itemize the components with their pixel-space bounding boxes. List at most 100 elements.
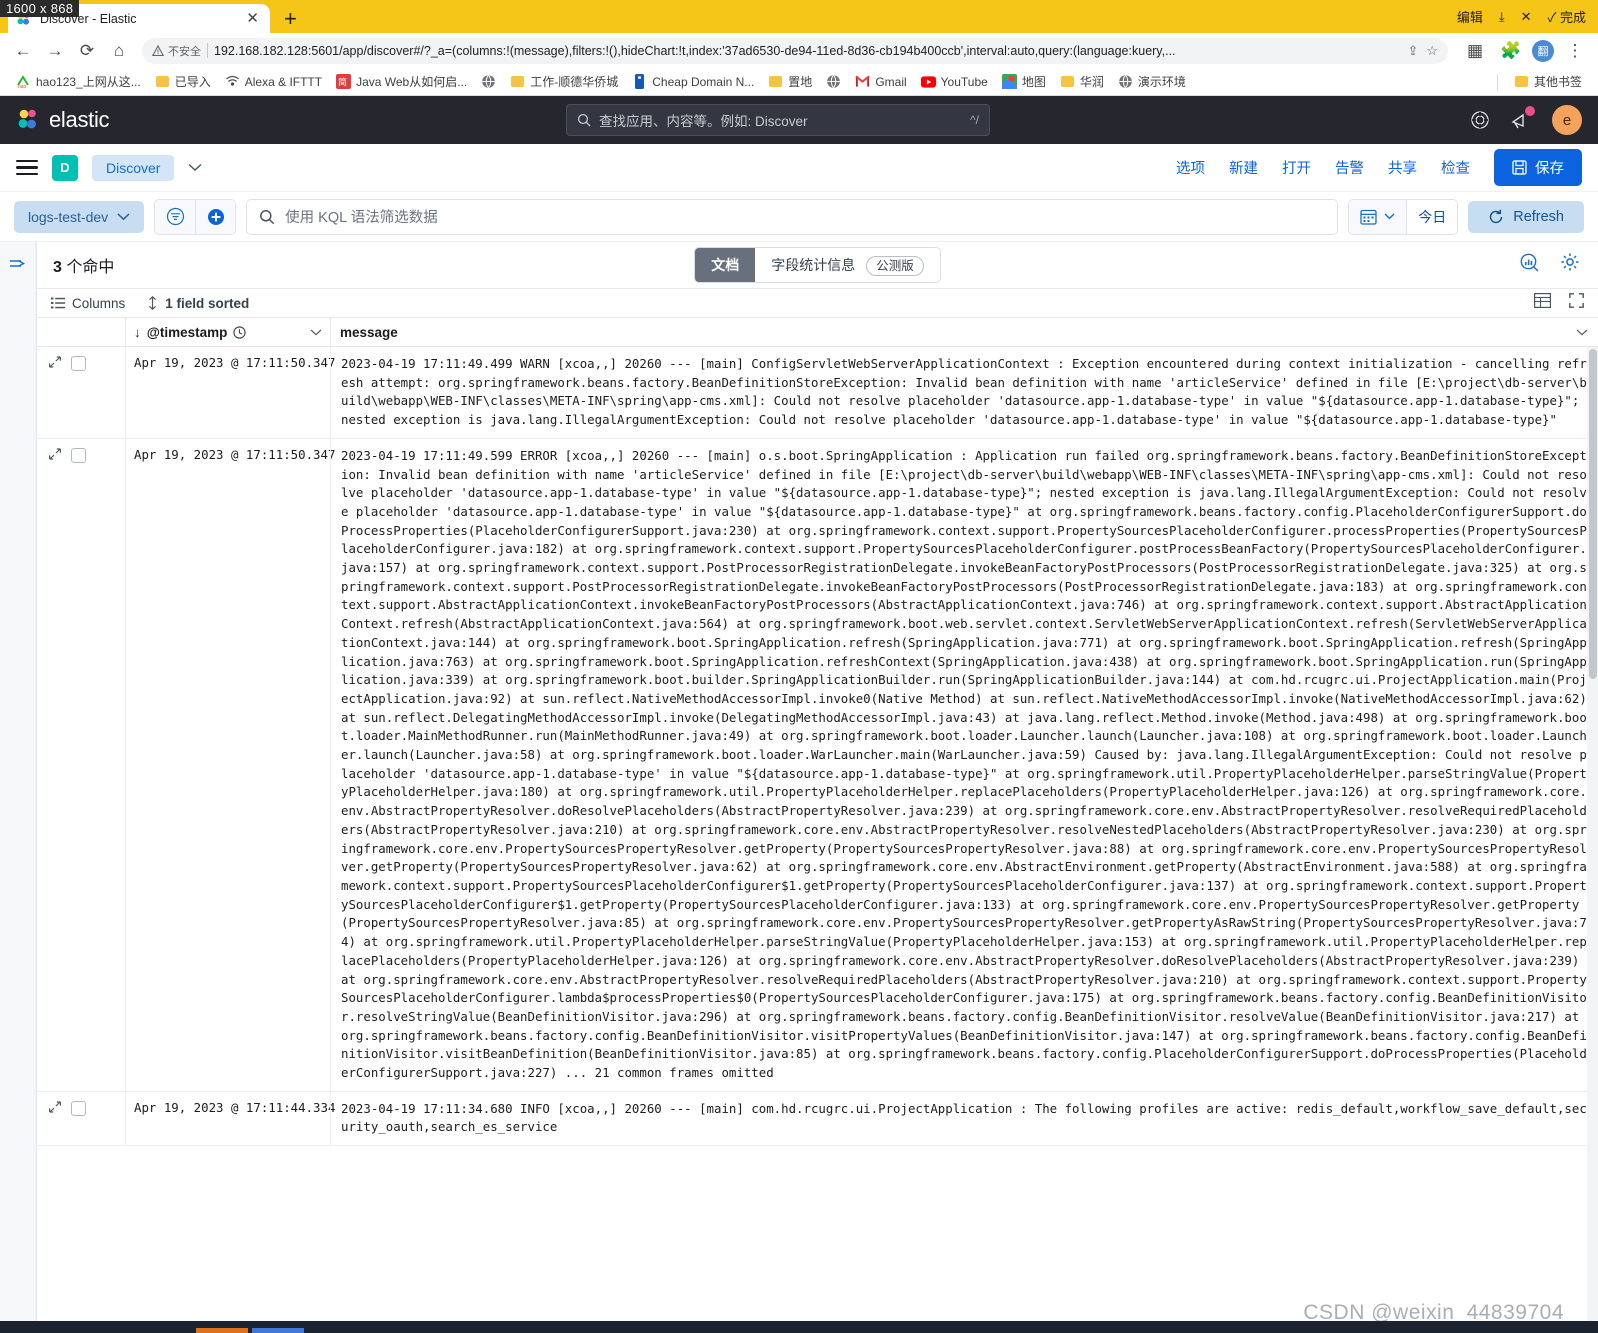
grid-body: Apr 19, 2023 @ 17:11:50.347 2023-04-19 17…: [37, 347, 1598, 1333]
bookmark-item[interactable]: 工作-顺德华侨城: [504, 70, 624, 93]
wifi-icon: [225, 74, 240, 89]
table-row[interactable]: Apr 19, 2023 @ 17:11:50.347 2023-04-19 17…: [37, 438, 1598, 1092]
tab-field-statistics[interactable]: 字段统计信息 公测版: [755, 248, 940, 282]
table-row[interactable]: Apr 19, 2023 @ 17:11:44.334 2023-04-19 17…: [37, 1091, 1598, 1147]
address-bar[interactable]: 不安全 192.168.182.128:5601/app/discover#/?…: [142, 37, 1448, 64]
grid-header-message[interactable]: message: [330, 318, 1598, 346]
row-checkbox[interactable]: [71, 447, 86, 463]
save-disk-icon: [1512, 160, 1527, 175]
menu-hamburger-icon[interactable]: [16, 159, 38, 176]
sidepanel-icon[interactable]: ▦: [1460, 36, 1490, 66]
row-timestamp: Apr 19, 2023 @ 17:11:50.347: [125, 438, 335, 1091]
nav-link-open[interactable]: 打开: [1282, 157, 1311, 178]
search-icon: [260, 209, 275, 224]
bookmark-item[interactable]: 简 Java Web从如何启...: [330, 70, 473, 93]
other-bookmarks[interactable]: 其他书签: [1493, 70, 1588, 93]
window-controls: 编辑 ⤓ ✕ ✓ 完成: [1457, 0, 1598, 33]
sorted-fields-label: 1 field sorted: [165, 295, 250, 311]
bookmark-item[interactable]: 置地: [762, 70, 818, 93]
elastic-logo[interactable]: elastic: [16, 107, 110, 133]
grid-scrollbar[interactable]: [1587, 347, 1598, 1333]
grid-header-row: ↓ @timestamp message: [37, 318, 1598, 347]
user-avatar[interactable]: e: [1552, 105, 1582, 135]
add-filter-button[interactable]: [195, 199, 236, 234]
app-navigation-bar: D Discover 选项 新建 打开 告警 共享 检查 保存: [0, 144, 1598, 192]
extensions-icon[interactable]: 🧩: [1496, 36, 1526, 66]
other-bookmarks-item[interactable]: 其他书签: [1508, 70, 1588, 93]
folder-icon: [155, 74, 170, 89]
breadcrumb[interactable]: Discover: [92, 154, 175, 181]
bookmark-item[interactable]: 已导入: [149, 70, 217, 93]
close-window-icon[interactable]: ✕: [1521, 9, 1532, 25]
tab-documents[interactable]: 文档: [695, 248, 756, 282]
grid-header-timestamp[interactable]: ↓ @timestamp: [125, 318, 330, 346]
expand-document-icon[interactable]: [49, 448, 61, 462]
message-column-label: message: [340, 324, 398, 340]
datasource-selector[interactable]: logs-test-dev: [14, 200, 145, 233]
profile-avatar[interactable]: 翻: [1532, 39, 1554, 62]
back-icon[interactable]: ←: [8, 36, 38, 66]
fullscreen-icon[interactable]: [1569, 293, 1584, 313]
refresh-button[interactable]: Refresh: [1468, 200, 1584, 233]
grid-scrollbar-thumb[interactable]: [1589, 349, 1597, 679]
sort-fields-button[interactable]: 1 field sorted: [147, 296, 249, 311]
news-icon[interactable]: [1510, 106, 1535, 130]
row-checkbox[interactable]: [71, 1100, 86, 1116]
done-button[interactable]: ✓ 完成: [1548, 7, 1587, 26]
taskbar-item-2[interactable]: [252, 1328, 304, 1333]
today-range-button[interactable]: 今日: [1406, 199, 1458, 234]
search-icon: [577, 113, 591, 127]
bookmark-item[interactable]: 地图: [996, 70, 1052, 93]
filter-options-button[interactable]: [155, 199, 196, 234]
gear-icon[interactable]: [1560, 252, 1580, 278]
kql-placeholder: 使用 KQL 语法筛选数据: [285, 210, 438, 226]
view-tabs-wrapper: 文档 字段统计信息 公测版: [37, 247, 1598, 283]
home-icon[interactable]: ⌂: [104, 36, 134, 66]
nav-link-new[interactable]: 新建: [1229, 157, 1258, 178]
bookmark-item[interactable]: Gmail: [849, 71, 912, 92]
row-timestamp: Apr 19, 2023 @ 17:11:44.334: [125, 1091, 335, 1146]
bookmark-item[interactable]: [820, 71, 847, 92]
browser-toolbar-icons: ▦ 🧩 翻 ⋮: [1456, 36, 1590, 66]
reload-icon[interactable]: ⟳: [72, 36, 102, 66]
download-icon[interactable]: ⤓: [1499, 9, 1505, 25]
grid-density-icon[interactable]: [1534, 293, 1552, 313]
nav-link-alerts[interactable]: 告警: [1335, 157, 1364, 178]
expand-document-icon[interactable]: [49, 1101, 61, 1115]
save-button[interactable]: 保存: [1494, 149, 1582, 186]
help-icon[interactable]: [1470, 110, 1490, 130]
table-row[interactable]: Apr 19, 2023 @ 17:11:50.347 2023-04-19 17…: [37, 347, 1598, 439]
global-search-input[interactable]: 查找应用、内容等。例如: Discover ^/: [566, 104, 990, 136]
tab-close-icon[interactable]: ✕: [243, 11, 262, 26]
beta-badge: 公测版: [866, 256, 924, 276]
bookmark-item[interactable]: Cheap Domain N...: [626, 71, 760, 92]
share-icon[interactable]: ⇪: [1407, 43, 1418, 59]
taskbar-item-1[interactable]: [196, 1328, 248, 1333]
expand-document-icon[interactable]: [49, 356, 61, 370]
row-checkbox[interactable]: [71, 356, 86, 371]
forward-icon[interactable]: →: [40, 36, 70, 66]
chevron-down-icon[interactable]: [188, 163, 202, 172]
bookmark-item[interactable]: 演示环境: [1112, 70, 1192, 93]
bookmark-item[interactable]: [475, 71, 502, 92]
nav-link-share[interactable]: 共享: [1388, 157, 1417, 178]
edit-button[interactable]: 编辑: [1457, 7, 1483, 26]
browser-menu-icon[interactable]: ⋮: [1560, 36, 1590, 66]
elastic-global-header: elastic 查找应用、内容等。例如: Discover ^/ e: [0, 96, 1598, 144]
bookmark-star-icon[interactable]: ☆: [1426, 43, 1438, 59]
folder-icon: [1514, 74, 1529, 89]
columns-button[interactable]: Columns: [51, 296, 125, 311]
kql-search-input[interactable]: 使用 KQL 语法筛选数据: [246, 198, 1339, 235]
bookmark-item[interactable]: Alexa & IFTTT: [219, 71, 328, 92]
nav-link-options[interactable]: 选项: [1176, 157, 1205, 178]
alerts-magnifier-icon[interactable]: [1519, 252, 1540, 278]
date-calendar-button[interactable]: [1349, 199, 1407, 234]
bookmark-label: 演示环境: [1137, 75, 1186, 89]
bookmark-item[interactable]: 华润: [1054, 70, 1110, 93]
bookmark-item[interactable]: hao hao123_上网从这...: [10, 70, 147, 93]
nav-link-inspect[interactable]: 检查: [1441, 157, 1470, 178]
svg-text:hao: hao: [18, 84, 27, 89]
expand-sidebar-icon[interactable]: [9, 256, 27, 1333]
bookmark-item[interactable]: YouTube: [915, 71, 994, 92]
new-tab-button[interactable]: +: [284, 8, 297, 30]
